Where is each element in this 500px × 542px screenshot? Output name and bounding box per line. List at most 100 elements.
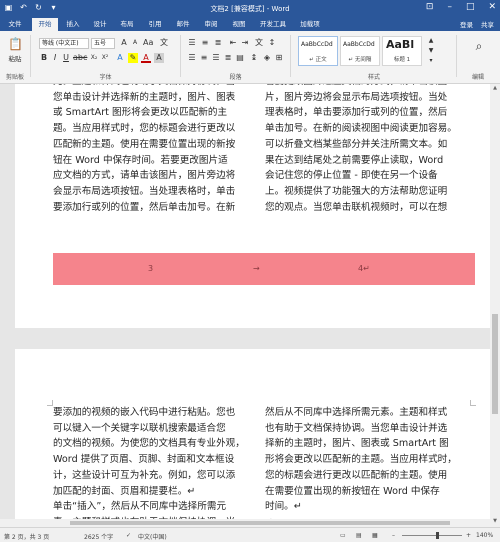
font-group-label: 字体 (99, 74, 112, 81)
font-size-box[interactable]: 五号 (91, 38, 115, 49)
numbering-icon[interactable]: ≡ (200, 38, 210, 48)
login-link[interactable]: 登录 (460, 19, 473, 29)
tab-review[interactable]: 审阅 (199, 18, 223, 31)
style-heading-1[interactable]: AaBl 标题 1 (382, 36, 422, 66)
strikethrough-icon[interactable]: abc (73, 53, 87, 63)
subscript-icon[interactable]: X₂ (89, 53, 99, 63)
align-left-icon[interactable]: ☰ (187, 53, 197, 63)
borders-icon[interactable]: ⊞ (274, 53, 284, 63)
distributed-icon[interactable]: ▤ (235, 53, 245, 63)
zoom-slider[interactable] (402, 532, 462, 539)
style-no-spacing[interactable]: AaBbCcDd ↵ 无间隔 (340, 36, 380, 66)
word-count[interactable]: 2625 个字 (84, 532, 113, 541)
page-2: 要添加的视频的嵌入代码中进行粘贴。您也 可以键入一个关键字以联机搜索最适合您 的… (15, 349, 490, 527)
style-name: ↵ 正文 (309, 57, 327, 63)
ribbon-separator (180, 35, 181, 77)
font-color-icon[interactable]: A (141, 53, 151, 63)
font-name-box[interactable]: 等线 (中文正) (39, 38, 89, 49)
footer-page-number-right: 4↵ (358, 264, 370, 273)
tab-layout[interactable]: 布局 (115, 18, 139, 31)
phonetic-guide-icon[interactable]: 文 (159, 38, 169, 48)
multilevel-list-icon[interactable]: ≣ (213, 38, 223, 48)
ribbon-home: 📋 粘贴 剪贴板 等线 (中文正) 五号 A A Aa 文 B I U abc … (0, 31, 500, 84)
tab-design[interactable]: 设计 (88, 18, 112, 31)
title-bar: ▣ ↶ ↻ ▾ 文档2 [兼容模式] - Word ⊡ – □ ✕ (0, 0, 500, 17)
style-name: 标题 1 (393, 57, 411, 63)
character-shading-icon[interactable]: A (154, 53, 164, 63)
align-right-icon[interactable]: ☰ (211, 53, 221, 63)
zoom-in-icon[interactable]: + (466, 532, 471, 539)
tab-references[interactable]: 引用 (143, 18, 167, 31)
shrink-font-icon[interactable]: A (130, 38, 140, 48)
sort-icon[interactable]: ↕ (267, 38, 277, 48)
maximize-button[interactable]: □ (466, 2, 475, 12)
ribbon-display-options-button[interactable]: ⊡ (426, 2, 434, 12)
share-button[interactable]: 共享 (481, 19, 494, 29)
minimize-button[interactable]: – (447, 2, 452, 12)
vertical-scroll-thumb[interactable] (492, 314, 498, 414)
vertical-scrollbar[interactable]: ▲ ▼ (490, 84, 500, 527)
print-layout-icon[interactable]: ▤ (356, 532, 362, 539)
tab-view[interactable]: 视图 (227, 18, 251, 31)
style-sample: AaBbCcDd (343, 41, 375, 48)
tab-home[interactable]: 开始 (32, 18, 58, 31)
bold-icon[interactable]: B (39, 53, 49, 63)
clipboard-group: 📋 粘贴 剪贴板 (2, 33, 28, 81)
page2-left-column[interactable]: 要添加的视频的嵌入代码中进行粘贴。您也 可以键入一个关键字以联机搜索最适合您 的… (53, 405, 253, 527)
find-icon[interactable]: ⌕ (472, 39, 486, 53)
style-normal[interactable]: AaBbCcDd ↵ 正文 (298, 36, 338, 66)
page1-right-column[interactable]: 若要更改图片适应文档的方式，请单击该图 片，图片旁边将会显示布局选项按钮。当处 … (265, 84, 471, 239)
tab-addins[interactable]: 加载项 (296, 18, 324, 31)
shading-icon[interactable]: ◈ (262, 53, 272, 63)
grow-font-icon[interactable]: A (119, 38, 129, 48)
justify-icon[interactable]: ≣ (223, 53, 233, 63)
read-mode-icon[interactable]: ▭ (340, 532, 346, 539)
styles-more-icon[interactable]: ▾ (426, 56, 436, 66)
styles-group-label: 样式 (367, 74, 380, 81)
page1-left-column[interactable]: 元。主题和样式也有助于文档保持协调。当 您单击设计并选择新的主题时，图片、图表 … (53, 84, 253, 239)
styles-scroll-down-icon[interactable]: ▼ (426, 46, 436, 56)
page-1: 元。主题和样式也有助于文档保持协调。当 您单击设计并选择新的主题时，图片、图表 … (15, 84, 490, 328)
tab-mailings[interactable]: 邮件 (171, 18, 195, 31)
style-sample: AaBl (386, 38, 415, 51)
paragraph-group-label: 段落 (229, 74, 242, 81)
paste-icon[interactable]: 📋 (8, 37, 23, 51)
increase-indent-icon[interactable]: ⇥ (240, 38, 250, 48)
tab-developer[interactable]: 开发工具 (256, 18, 290, 31)
style-name: ↵ 无间隔 (348, 57, 372, 63)
horizontal-scrollbar[interactable] (0, 519, 490, 527)
paragraph-group: ☰ ≡ ≣ ⇤ ⇥ 文 ↕ ☰ ≡ ☰ ≣ ▤ ↨ ◈ ⊞ 段落 (183, 33, 288, 81)
highlight-icon[interactable]: ✎ (128, 53, 138, 63)
styles-scroll-up-icon[interactable]: ▲ (426, 36, 436, 46)
underline-icon[interactable]: U (61, 53, 71, 63)
chinese-layout-icon[interactable]: 文 (254, 38, 264, 48)
decrease-indent-icon[interactable]: ⇤ (228, 38, 238, 48)
web-layout-icon[interactable]: ▦ (372, 532, 378, 539)
editing-group-label: 编辑 (471, 74, 484, 81)
language-indicator[interactable]: 中文(中国) (138, 532, 167, 541)
paste-button[interactable]: 粘贴 (6, 53, 24, 63)
ribbon-separator (456, 35, 457, 77)
scroll-up-icon[interactable]: ▲ (491, 85, 499, 93)
page-count[interactable]: 第 2 页，共 3 页 (4, 532, 49, 541)
document-area[interactable]: 元。主题和样式也有助于文档保持协调。当 您单击设计并选择新的主题时，图片、图表 … (0, 84, 490, 527)
editing-group: ⌕ 编辑 (458, 33, 498, 81)
proofing-icon[interactable]: ✓ (126, 532, 131, 539)
horizontal-scroll-thumb[interactable] (70, 521, 450, 525)
change-case-icon[interactable]: Aa (143, 38, 153, 48)
page2-right-column[interactable]: 然后从不同库中选择所需元素。主题和样式 也有助于文档保持协调。当您单击设计并选 … (265, 405, 471, 527)
zoom-level[interactable]: 140% (476, 532, 493, 539)
zoom-slider-knob[interactable] (436, 532, 439, 539)
zoom-out-icon[interactable]: – (392, 532, 395, 539)
tab-file[interactable]: 文件 (2, 18, 28, 31)
align-center-icon[interactable]: ≡ (199, 53, 209, 63)
footer-region[interactable]: 3 → 4↵ (53, 253, 475, 285)
text-effects-icon[interactable]: A (115, 53, 125, 63)
bullets-icon[interactable]: ☰ (187, 38, 197, 48)
scroll-down-icon[interactable]: ▼ (491, 518, 499, 526)
line-spacing-icon[interactable]: ↨ (249, 53, 259, 63)
close-button[interactable]: ✕ (488, 2, 496, 12)
superscript-icon[interactable]: X² (100, 53, 110, 63)
tab-insert[interactable]: 插入 (61, 18, 85, 31)
italic-icon[interactable]: I (50, 53, 60, 63)
